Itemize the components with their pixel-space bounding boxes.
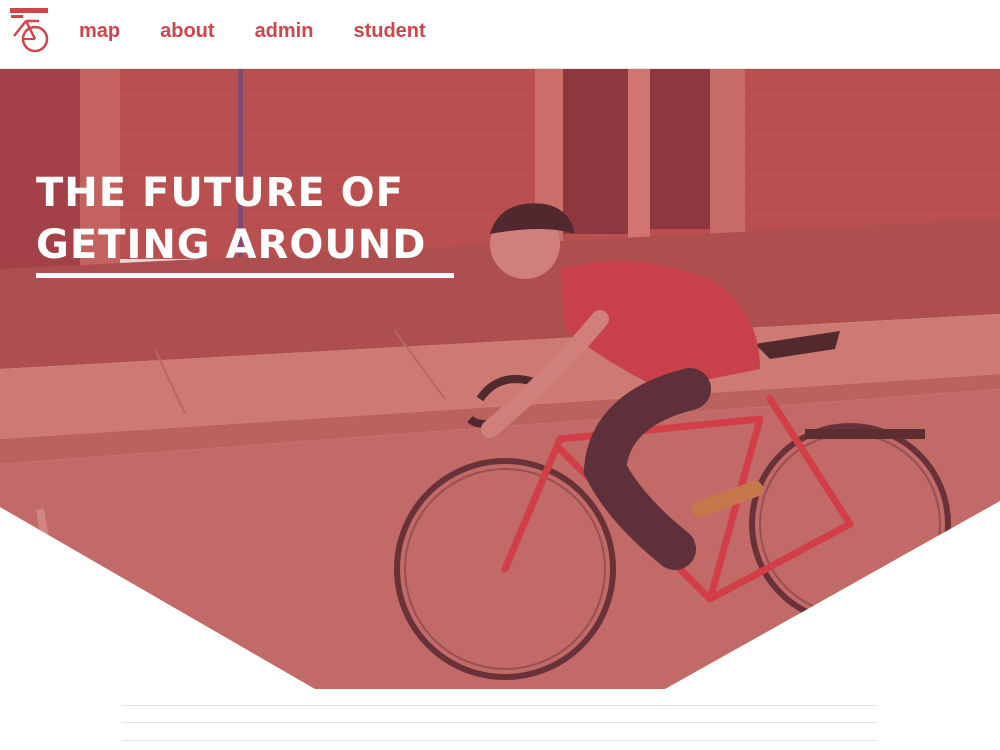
content-divider-3 bbox=[122, 740, 877, 741]
hero-title: THE FUTURE OF GETING AROUND bbox=[36, 167, 426, 271]
content-divider-2 bbox=[122, 722, 877, 723]
hero-title-line-1: THE FUTURE OF bbox=[36, 170, 404, 216]
nav-link-admin[interactable]: admin bbox=[255, 18, 314, 44]
title-underline bbox=[36, 273, 454, 278]
page: map about admin student THE FUTURE OF GE… bbox=[0, 0, 1000, 750]
cyclist-on-street-photo bbox=[0, 69, 1000, 689]
main-nav: map about admin student bbox=[79, 18, 466, 44]
hero-banner: THE FUTURE OF GETING AROUND bbox=[0, 69, 1000, 689]
content-divider-1 bbox=[122, 705, 877, 706]
bicycle-logo-icon[interactable] bbox=[8, 6, 54, 54]
nav-link-map[interactable]: map bbox=[79, 18, 120, 44]
hero-title-line-2: GETING AROUND bbox=[36, 222, 427, 268]
nav-link-student[interactable]: student bbox=[353, 18, 425, 44]
nav-link-about[interactable]: about bbox=[160, 18, 214, 44]
top-navbar: map about admin student bbox=[0, 0, 1000, 69]
